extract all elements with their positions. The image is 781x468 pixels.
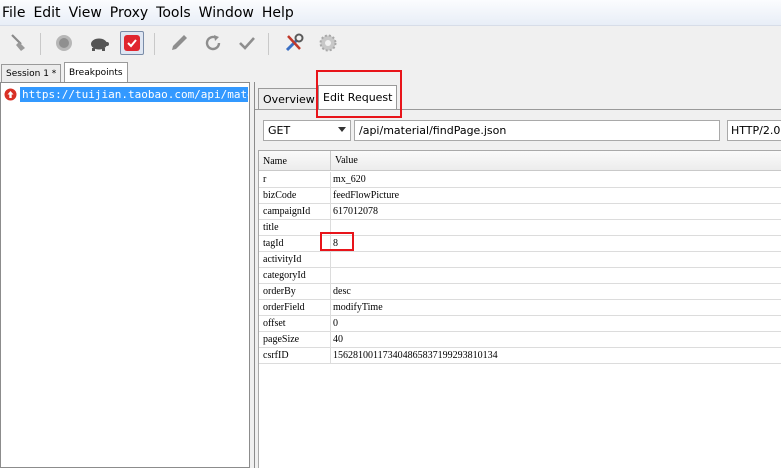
- menu-help[interactable]: Help: [260, 5, 300, 21]
- tab-label: Session 1 *: [6, 68, 57, 79]
- tools-icon[interactable]: [282, 31, 306, 55]
- menu-proxy[interactable]: Proxy: [108, 5, 154, 21]
- toolbar-separator: [40, 33, 41, 55]
- menu-window[interactable]: Window: [197, 5, 260, 21]
- param-value[interactable]: 0: [333, 318, 338, 329]
- param-value[interactable]: modifyTime: [333, 302, 383, 313]
- table-row[interactable]: orderField modifyTime: [259, 300, 781, 316]
- table-row[interactable]: bizCode feedFlowPicture: [259, 188, 781, 204]
- request-line: GET /api/material/findPage.json HTTP/2.0: [255, 120, 781, 141]
- param-name: orderField: [263, 302, 305, 313]
- grid-rows: r mx_620 bizCode feedFlowPicture campaignI…: [259, 172, 781, 364]
- pen-icon[interactable]: [167, 31, 191, 55]
- menu-bar: File Edit View Proxy Tools Window Help: [0, 0, 781, 26]
- session-tabs: Session 1 * Breakpoints: [0, 62, 250, 82]
- version-value: HTTP/2.0: [731, 124, 781, 137]
- broom-icon[interactable]: [6, 31, 30, 55]
- param-name: categoryId: [263, 270, 306, 281]
- repeat-icon[interactable]: [201, 31, 225, 55]
- param-value[interactable]: mx_620: [333, 174, 366, 185]
- highlight-box-edit-request: [316, 70, 402, 118]
- tab-breakpoints[interactable]: Breakpoints: [64, 62, 128, 82]
- column-divider[interactable]: [330, 151, 331, 171]
- settings-icon[interactable]: [316, 31, 340, 55]
- breakpoint-list: https://tuijian.taobao.com/api/materia: [0, 82, 250, 468]
- table-row[interactable]: orderBy desc: [259, 284, 781, 300]
- toolbar-separator: [268, 33, 269, 55]
- menu-edit[interactable]: Edit: [31, 5, 66, 21]
- param-value[interactable]: 617012078: [333, 206, 378, 217]
- tab-label: Breakpoints: [69, 67, 123, 78]
- param-name: campaignId: [263, 206, 311, 217]
- param-name: title: [263, 222, 279, 233]
- record-icon[interactable]: [52, 31, 76, 55]
- param-value[interactable]: desc: [333, 286, 351, 297]
- param-name: csrfID: [263, 350, 289, 361]
- request-url: https://tuijian.taobao.com/api/materia: [20, 86, 248, 102]
- param-value[interactable]: feedFlowPicture: [333, 190, 399, 201]
- param-name: bizCode: [263, 190, 297, 201]
- toolbar-separator: [154, 33, 155, 55]
- table-row[interactable]: categoryId: [259, 268, 781, 284]
- menu-tools[interactable]: Tools: [154, 5, 197, 21]
- grid-header: Name Value: [259, 151, 781, 171]
- param-name: orderBy: [263, 286, 296, 297]
- request-arrow-icon: [4, 88, 17, 100]
- http-version-input[interactable]: HTTP/2.0: [727, 120, 781, 141]
- param-value[interactable]: 156281001173404865837199293810134: [333, 350, 498, 361]
- path-input[interactable]: /api/material/findPage.json: [354, 120, 720, 141]
- turtle-icon[interactable]: [87, 31, 111, 55]
- column-header-value[interactable]: Value: [335, 155, 358, 166]
- table-row[interactable]: csrfID 156281001173404865837199293810134: [259, 348, 781, 364]
- breakpoint-icon[interactable]: [120, 31, 144, 55]
- param-name: activityId: [263, 254, 302, 265]
- table-row[interactable]: activityId: [259, 252, 781, 268]
- menu-file[interactable]: File: [0, 5, 31, 21]
- method-select[interactable]: GET: [263, 120, 351, 141]
- param-name: r: [263, 174, 267, 185]
- chevron-down-icon: [338, 127, 346, 132]
- list-item[interactable]: https://tuijian.taobao.com/api/materia: [4, 86, 248, 102]
- tab-label: Overview: [263, 92, 315, 106]
- menu-view[interactable]: View: [67, 5, 108, 21]
- table-row[interactable]: r mx_620: [259, 172, 781, 188]
- params-grid: Name Value r mx_620 bizCode feedFlowPictur…: [258, 150, 781, 468]
- method-value: GET: [268, 124, 291, 137]
- highlight-box-tagid-value: [320, 232, 354, 251]
- param-name: pageSize: [263, 334, 300, 345]
- tab-overview[interactable]: Overview: [258, 88, 320, 109]
- tab-session-1[interactable]: Session 1 *: [1, 64, 62, 82]
- validate-icon[interactable]: [235, 31, 259, 55]
- table-row[interactable]: offset 0: [259, 316, 781, 332]
- param-value[interactable]: 40: [333, 334, 343, 345]
- toolbar: [0, 27, 781, 61]
- param-name: tagId: [263, 238, 284, 249]
- request-editor: Overview Edit Request GET /api/material/…: [254, 82, 781, 468]
- column-header-name[interactable]: Name: [263, 156, 287, 167]
- param-name: offset: [263, 318, 286, 329]
- table-row[interactable]: pageSize 40: [259, 332, 781, 348]
- table-row[interactable]: campaignId 617012078: [259, 204, 781, 220]
- path-value: /api/material/findPage.json: [359, 124, 507, 137]
